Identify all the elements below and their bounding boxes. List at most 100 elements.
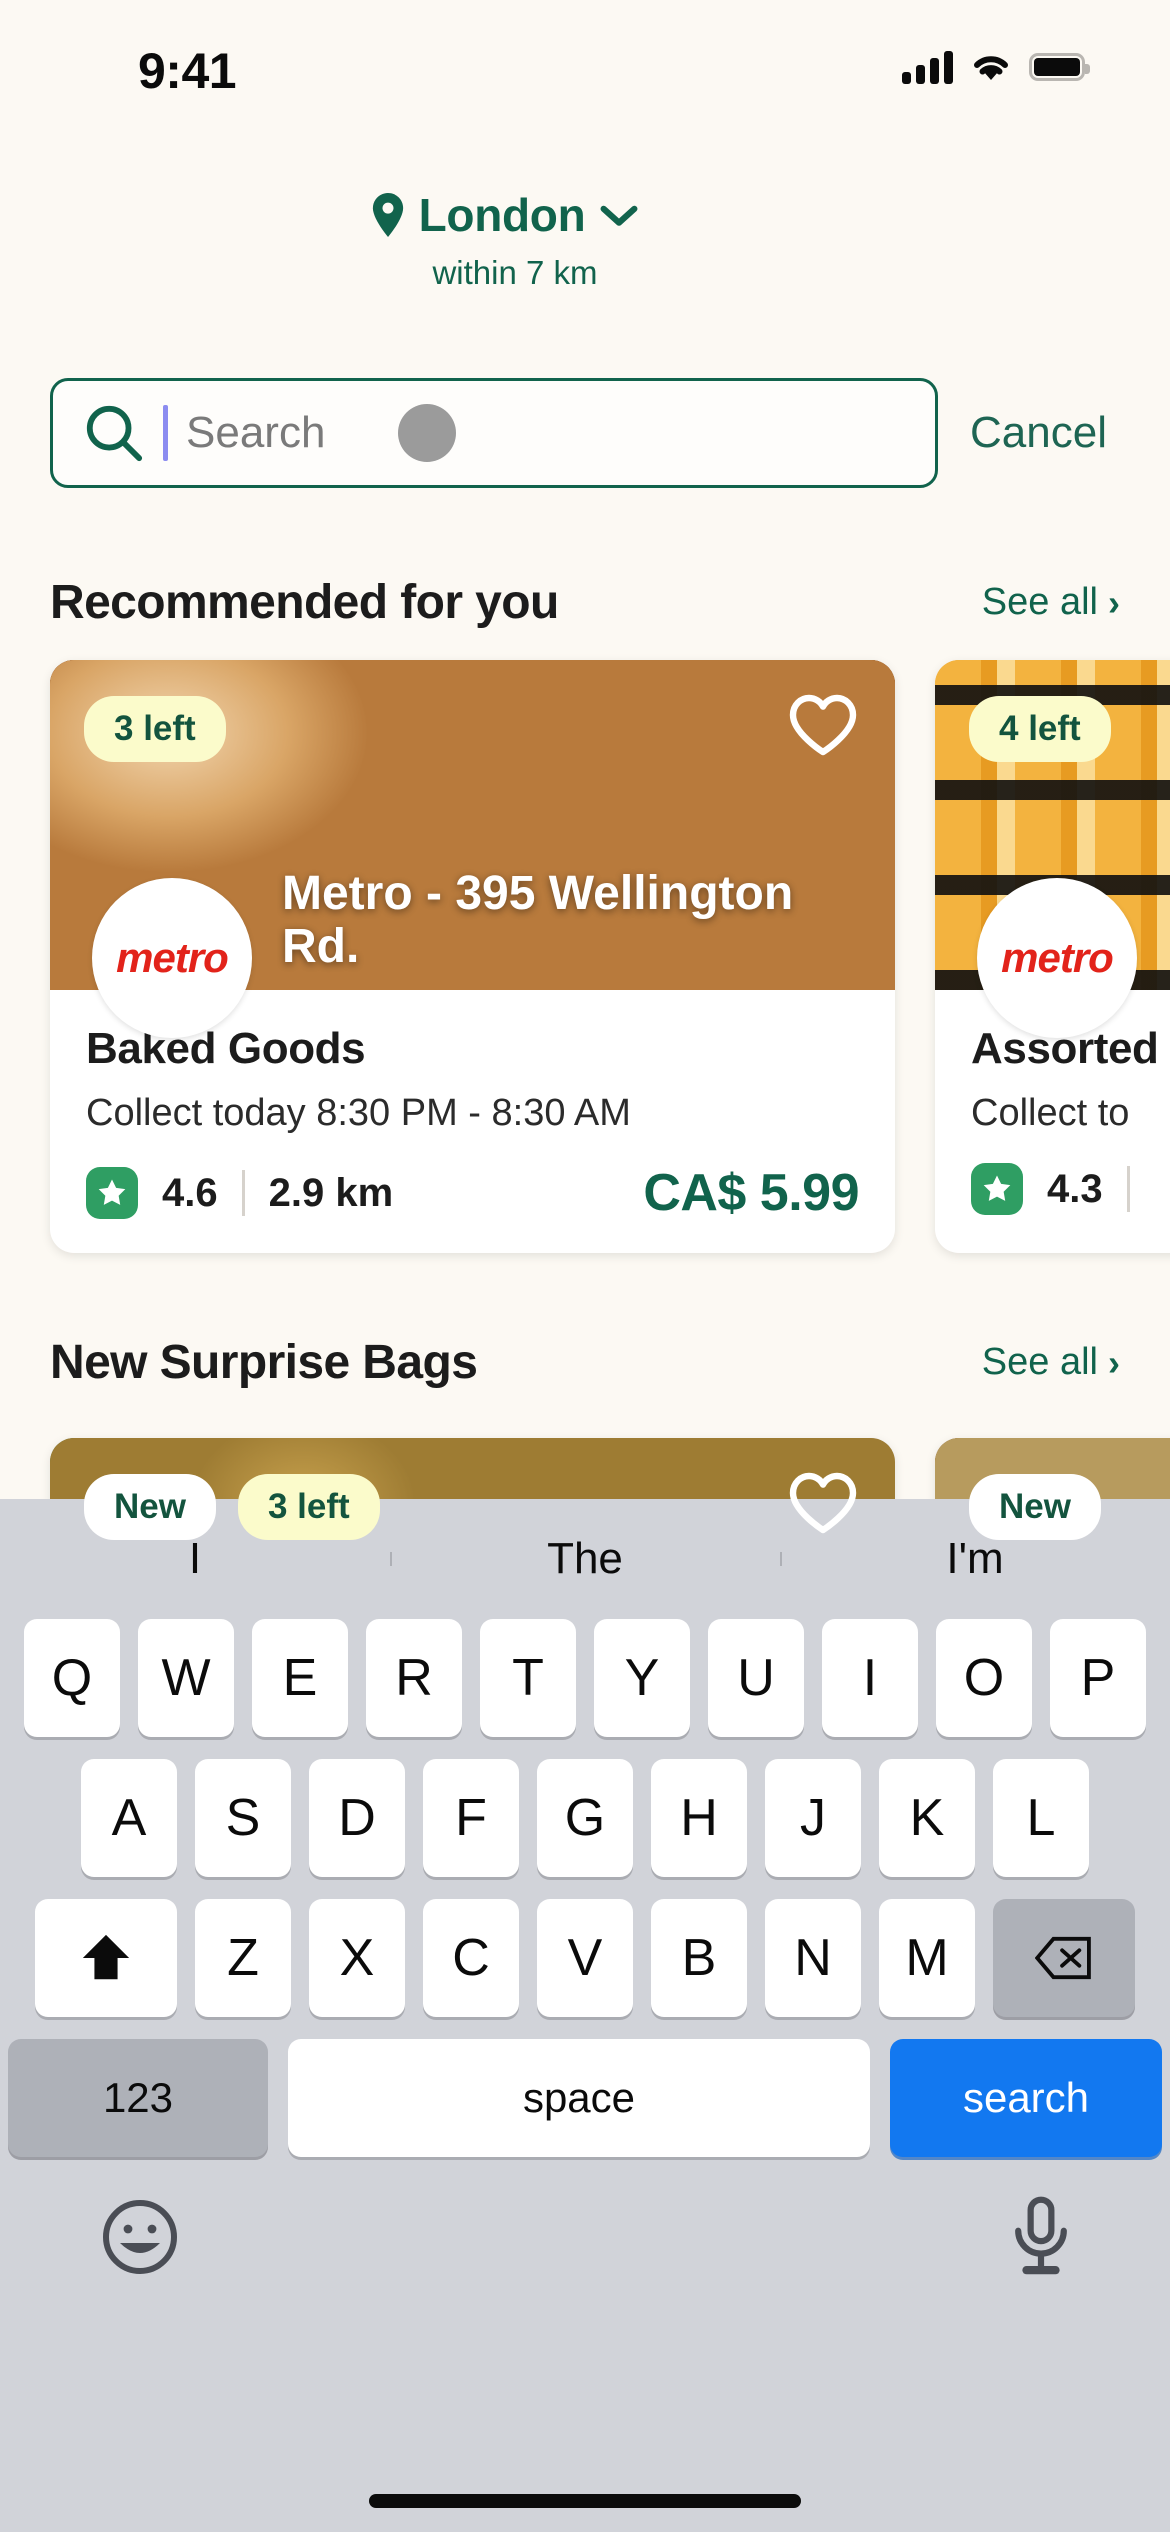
onscreen-keyboard[interactable]: I The I'm Q W E R T Y U I O P A S D F G … <box>0 1499 1170 2532</box>
status-bar-time: 9:41 <box>138 43 237 99</box>
card-badges: 3 left <box>84 696 226 762</box>
suggestion-item[interactable]: The <box>390 1534 780 1584</box>
home-indicator <box>369 2494 801 2508</box>
key-e[interactable]: E <box>252 1619 348 1737</box>
section-header-new-bags: New Surprise Bags See all › <box>50 1335 1120 1390</box>
keyboard-bottom-row <box>0 2179 1170 2279</box>
store-card[interactable]: 4 left metro Assorted Collect to 4.3 <box>935 660 1170 1253</box>
keyboard-row-4: 123 space search <box>0 2039 1170 2157</box>
card-meta-row: 4.3 <box>971 1163 1170 1215</box>
key-p[interactable]: P <box>1050 1619 1146 1737</box>
store-logo-text: metro <box>1001 934 1114 981</box>
card-collect-time: Collect today 8:30 PM - 8:30 AM <box>86 1092 631 1134</box>
key-h[interactable]: H <box>651 1759 747 1877</box>
search-return-key[interactable]: search <box>890 2039 1162 2157</box>
section-header-recommended: Recommended for you See all › <box>50 575 1120 630</box>
see-all-new-bags-button[interactable]: See all › <box>982 1341 1120 1384</box>
space-key[interactable]: space <box>288 2039 870 2157</box>
card-rating: 4.3 <box>1047 1166 1103 1211</box>
key-q[interactable]: Q <box>24 1619 120 1737</box>
key-i[interactable]: I <box>822 1619 918 1737</box>
store-name-label: Metro - 395 Wellington Rd. <box>282 866 794 974</box>
suggestion-item[interactable]: I <box>0 1534 390 1584</box>
page-title: Recommended for you <box>50 576 559 629</box>
key-t[interactable]: T <box>480 1619 576 1737</box>
heart-outline-icon[interactable] <box>789 1472 857 1534</box>
app-screen: 9:41 London within 7 km Search Cancel Re… <box>0 0 1170 2532</box>
card-image: 3 left metro Metro - 395 Wellington Rd. <box>50 660 895 1038</box>
key-s[interactable]: S <box>195 1759 291 1877</box>
wifi-icon <box>974 56 1008 80</box>
location-selector[interactable]: London <box>0 188 1170 242</box>
key-k[interactable]: K <box>879 1759 975 1877</box>
touch-pointer-indicator <box>398 404 456 462</box>
status-bar: 9:41 <box>0 0 1170 130</box>
key-a[interactable]: A <box>81 1759 177 1877</box>
key-g[interactable]: G <box>537 1759 633 1877</box>
items-left-badge: 3 left <box>84 696 226 762</box>
search-icon <box>86 405 143 462</box>
shift-key[interactable] <box>35 1899 177 2017</box>
key-m[interactable]: M <box>879 1899 975 2017</box>
see-all-label: See all <box>981 581 1098 623</box>
text-caret <box>163 405 168 461</box>
search-placeholder: Search <box>186 408 326 457</box>
card-badges: New 3 left <box>84 1474 380 1540</box>
key-d[interactable]: D <box>309 1759 405 1877</box>
location-city-label: London <box>418 189 586 241</box>
chevron-right-icon: › <box>1108 1341 1120 1383</box>
backspace-delete-icon <box>1035 1936 1091 1980</box>
new-badge: New <box>84 1474 216 1540</box>
cellular-signal-icon <box>902 50 953 84</box>
backspace-key[interactable] <box>993 1899 1135 2017</box>
key-c[interactable]: C <box>423 1899 519 2017</box>
location-header[interactable]: London within 7 km <box>0 188 1170 292</box>
location-pin-icon <box>372 193 403 237</box>
store-card[interactable]: 3 left metro Metro - 395 Wellington Rd. … <box>50 660 895 1253</box>
card-badges: New <box>969 1474 1101 1540</box>
card-distance: 2.9 km <box>268 1170 394 1215</box>
suggestion-item[interactable]: I'm <box>780 1534 1170 1584</box>
key-j[interactable]: J <box>765 1759 861 1877</box>
emoji-smiley-icon[interactable] <box>100 2197 180 2277</box>
key-z[interactable]: Z <box>195 1899 291 2017</box>
cancel-button[interactable]: Cancel <box>970 408 1107 458</box>
key-l[interactable]: L <box>993 1759 1089 1877</box>
key-f[interactable]: F <box>423 1759 519 1877</box>
shift-arrow-up-icon <box>82 1934 130 1980</box>
card-meta-row: 4.6 2.9 km CA$ 5.99 <box>86 1163 859 1223</box>
card-price: CA$ 5.99 <box>643 1164 859 1222</box>
store-logo: metro <box>92 878 252 1038</box>
microphone-icon[interactable] <box>1012 2195 1070 2279</box>
keyboard-row-3: Z X C V B N M <box>0 1899 1170 2017</box>
key-u[interactable]: U <box>708 1619 804 1737</box>
store-logo-text: metro <box>116 934 229 981</box>
search-input[interactable]: Search <box>50 378 938 488</box>
key-w[interactable]: W <box>138 1619 234 1737</box>
new-badge: New <box>969 1474 1101 1540</box>
recommended-card-list[interactable]: 3 left metro Metro - 395 Wellington Rd. … <box>50 660 1170 1253</box>
meta-divider <box>1126 1166 1130 1212</box>
key-o[interactable]: O <box>936 1619 1032 1737</box>
numbers-key[interactable]: 123 <box>8 2039 268 2157</box>
status-bar-indicators <box>902 50 1090 84</box>
key-n[interactable]: N <box>765 1899 861 2017</box>
key-b[interactable]: B <box>651 1899 747 2017</box>
heart-outline-icon[interactable] <box>789 694 857 756</box>
key-y[interactable]: Y <box>594 1619 690 1737</box>
keyboard-row-2: A S D F G H J K L <box>0 1759 1170 1877</box>
star-icon <box>971 1163 1023 1215</box>
chevron-down-icon[interactable] <box>599 202 639 228</box>
card-badges: 4 left <box>969 696 1111 762</box>
section-title-new-bags: New Surprise Bags <box>50 1336 478 1389</box>
key-v[interactable]: V <box>537 1899 633 2017</box>
store-logo: metro <box>977 878 1137 1038</box>
key-x[interactable]: X <box>309 1899 405 2017</box>
location-radius-label: within 7 km <box>432 254 598 291</box>
key-r[interactable]: R <box>366 1619 462 1737</box>
see-all-label: See all <box>981 1341 1098 1383</box>
card-rating: 4.6 <box>162 1170 218 1215</box>
meta-divider <box>241 1170 245 1216</box>
see-all-recommended-button[interactable]: See all › <box>982 581 1120 624</box>
card-collect-time: Collect to <box>971 1092 1130 1134</box>
